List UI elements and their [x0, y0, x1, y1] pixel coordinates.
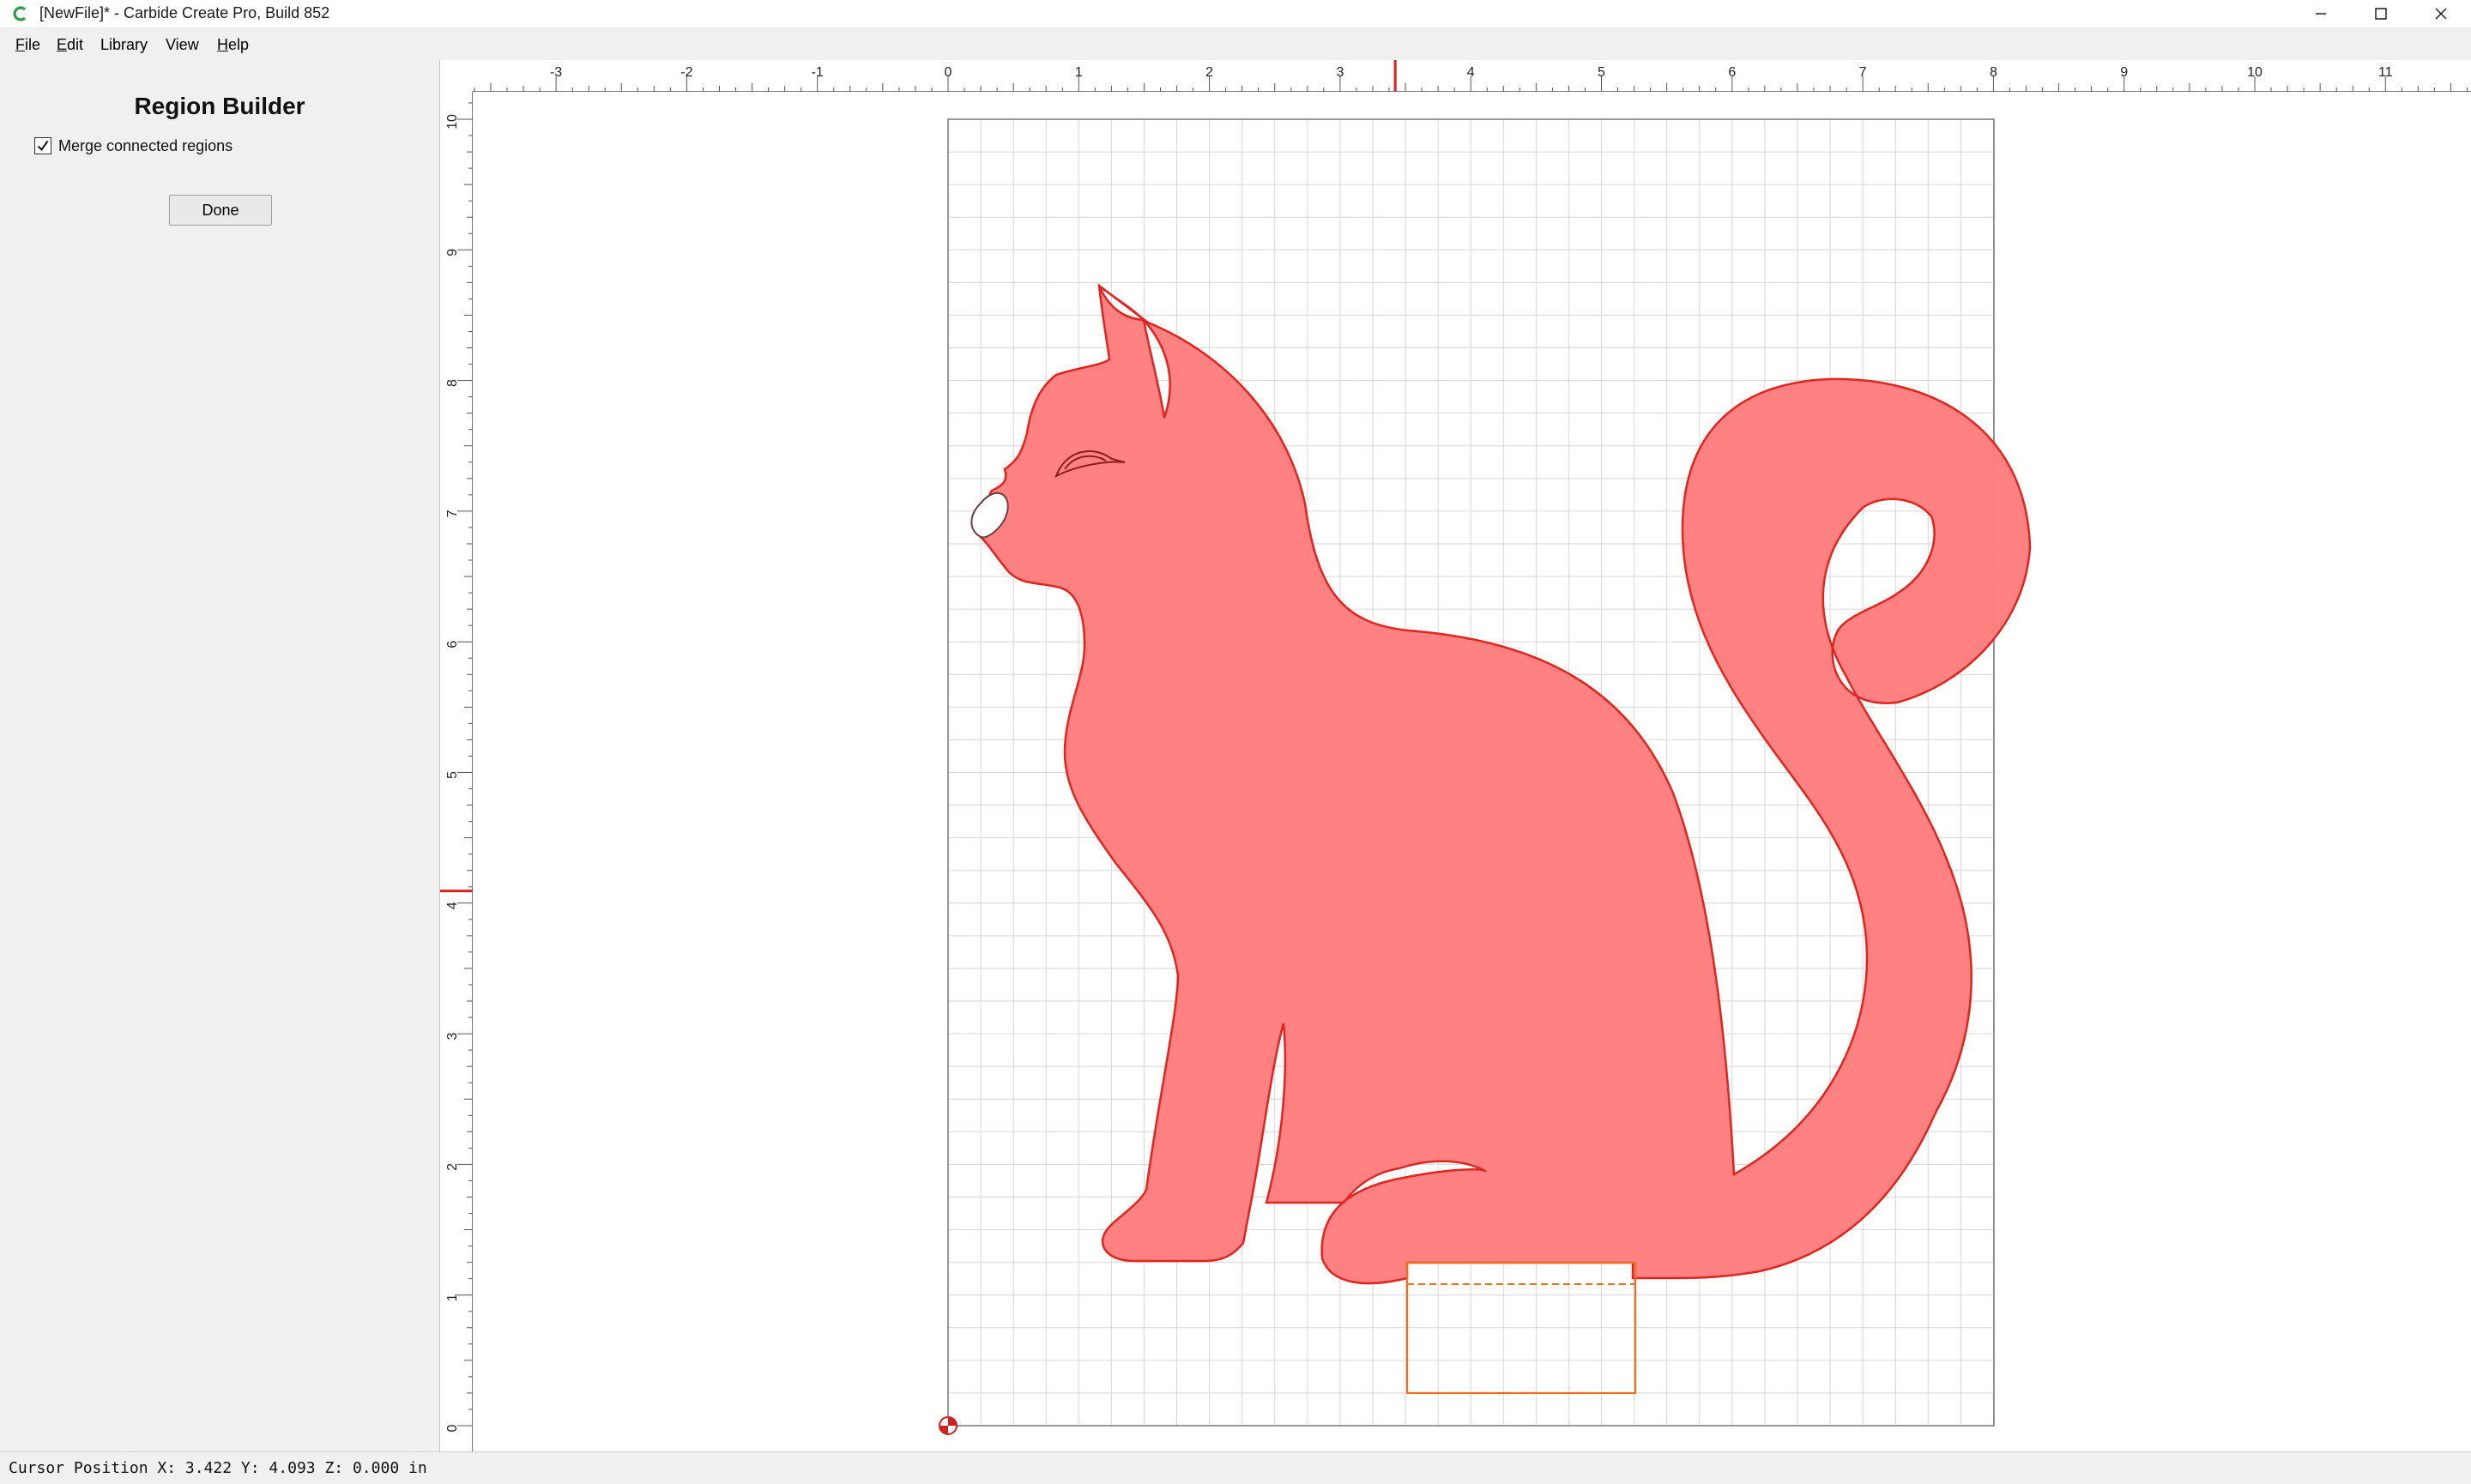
drawing-area[interactable]: [473, 92, 2471, 1451]
ruler-label-y: 1: [445, 1294, 460, 1301]
menu-label: elp: [228, 36, 250, 53]
menu-label: ile: [25, 36, 41, 53]
title-bar: [NewFile]* - Carbide Create Pro, Build 8…: [0, 0, 2471, 28]
maximize-icon: [2375, 8, 2387, 20]
minimize-button[interactable]: [2291, 0, 2351, 27]
ruler-label-x: 0: [945, 65, 952, 80]
ruler-label-y: 4: [445, 902, 460, 909]
menu-bar: File Edit Library View Help: [0, 33, 2471, 58]
ruler-label-x: -2: [680, 65, 692, 80]
menu-edit[interactable]: Edit: [57, 36, 83, 54]
ruler-label-y: 2: [445, 1163, 460, 1171]
origin-marker-icon: [939, 1416, 958, 1435]
ruler-label-y: 8: [445, 379, 460, 387]
merge-regions-checkbox[interactable]: [34, 137, 51, 154]
status-bar: Cursor Position X: 3.422 Y: 4.093 Z: 0.0…: [0, 1451, 2471, 1484]
ruler-label-x: 2: [1205, 65, 1213, 80]
ruler-label-y: 10: [445, 114, 460, 130]
ruler-label-x: 5: [1598, 65, 1605, 80]
menu-label: View: [166, 36, 199, 53]
window-title: [NewFile]* - Carbide Create Pro, Build 8…: [39, 4, 330, 21]
ruler-label-x: 9: [2120, 65, 2128, 80]
region-builder-panel: Region Builder Merge connected regions D…: [0, 60, 440, 1451]
ruler-label-y: 7: [445, 510, 460, 517]
menu-label: Library: [100, 36, 148, 53]
ruler-corner: [440, 60, 474, 93]
menu-file[interactable]: File: [15, 36, 40, 54]
cursor-position-readout: Cursor Position X: 3.422 Y: 4.093 Z: 0.0…: [9, 1459, 427, 1477]
vertical-ruler: 0 1 2 3 4 5 6 7 8 9 10: [440, 92, 473, 1451]
menu-help[interactable]: Help: [217, 36, 249, 54]
ruler-label-y: 3: [445, 1033, 460, 1041]
menu-library[interactable]: Library: [100, 36, 148, 54]
ruler-label-x: 8: [1990, 65, 1997, 80]
panel-title: Region Builder: [134, 93, 305, 119]
ruler-label-x: 11: [2378, 65, 2393, 80]
ruler-label-y: 0: [445, 1424, 460, 1432]
ruler-label-x: 10: [2247, 65, 2263, 80]
maximize-button[interactable]: [2351, 0, 2411, 27]
ruler-label-x: 1: [1075, 65, 1083, 80]
cursor-marker-y: [440, 890, 473, 893]
ruler-label-y: 9: [445, 249, 460, 256]
menu-mnemonic: F: [15, 36, 25, 53]
carbide-create-icon: [13, 6, 27, 21]
close-icon: [2435, 8, 2447, 20]
menu-view[interactable]: View: [166, 36, 199, 54]
checkmark-icon: [37, 140, 49, 152]
ruler-label-x: -3: [550, 65, 562, 80]
menu-label: dit: [67, 36, 84, 53]
done-button[interactable]: Done: [169, 195, 272, 226]
menu-mnemonic: E: [57, 36, 68, 53]
close-button[interactable]: [2411, 0, 2471, 27]
cursor-marker-x: [1393, 60, 1397, 92]
ruler-label-x: 4: [1467, 65, 1475, 80]
ruler-label-x: 7: [1859, 65, 1867, 80]
minimize-icon: [2316, 13, 2326, 15]
ruler-label-x: -1: [812, 65, 824, 80]
ruler-label-x: 3: [1336, 65, 1344, 80]
ruler-label-y: 6: [445, 641, 460, 648]
horizontal-ruler: -3 -2 -1 0 1 2 3 4 5 6 7 8 9 10 11: [473, 60, 2471, 92]
menu-mnemonic: H: [217, 36, 228, 53]
ruler-label-y: 5: [445, 771, 460, 779]
ruler-label-x: 6: [1728, 65, 1736, 80]
merge-regions-label: Merge connected regions: [58, 137, 233, 154]
